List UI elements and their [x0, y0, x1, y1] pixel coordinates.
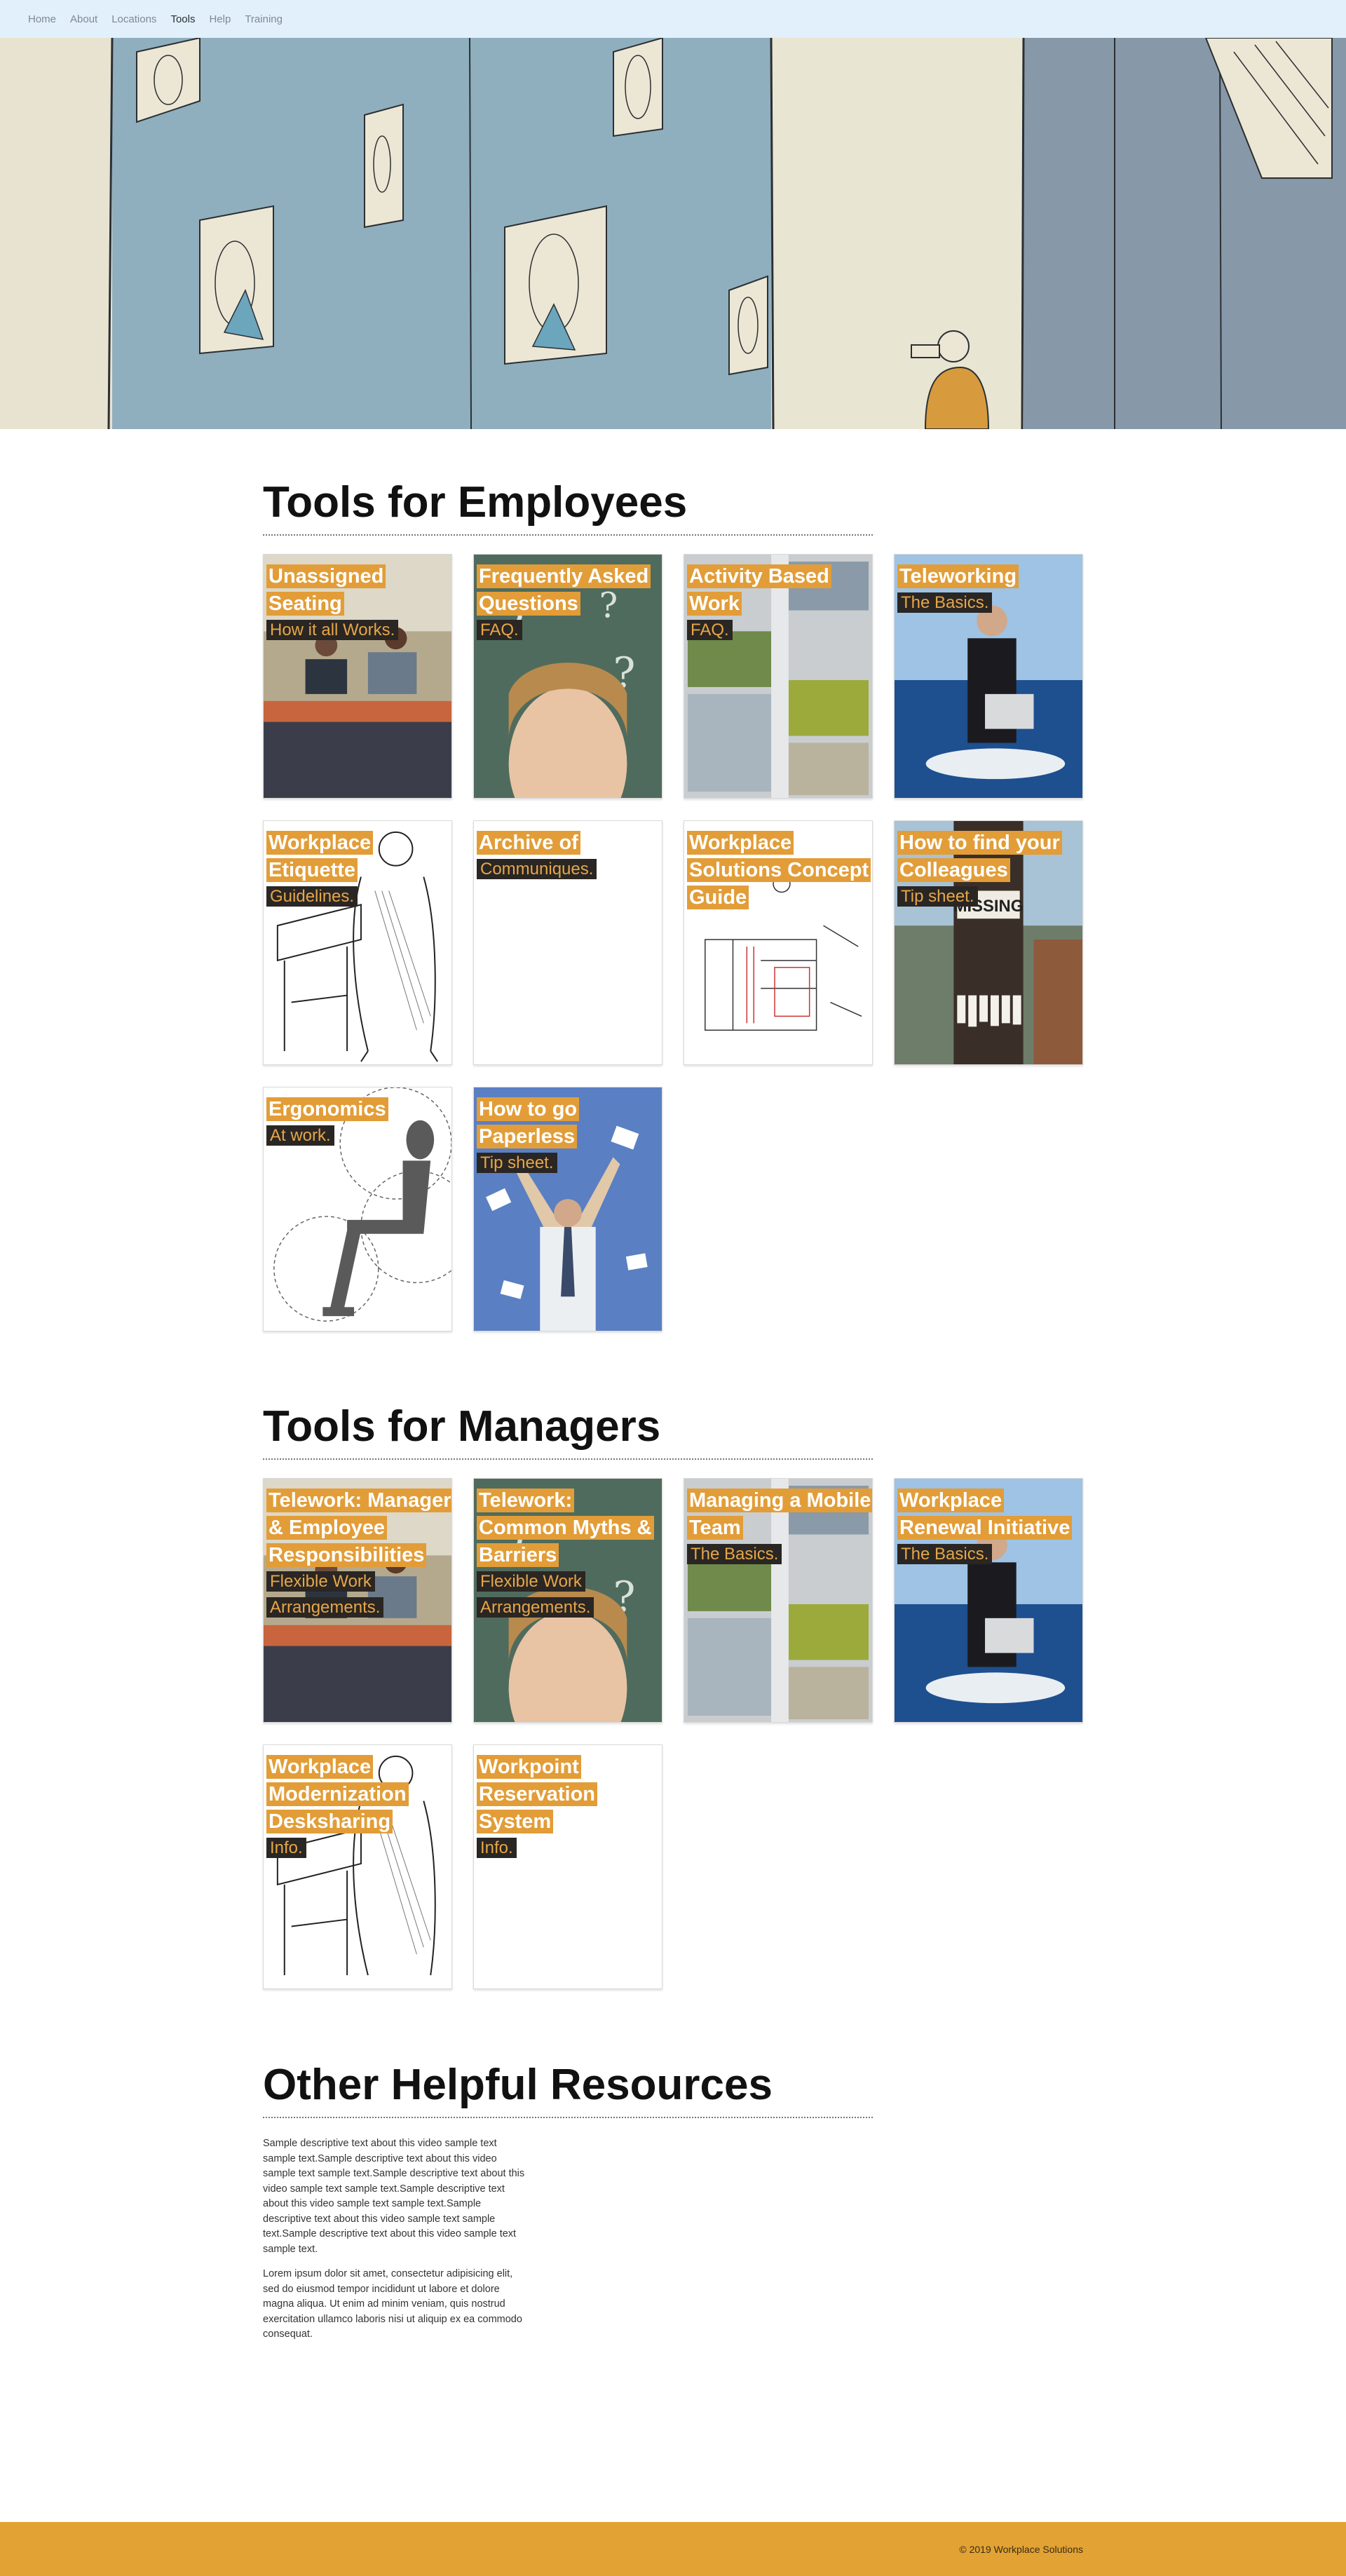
card-subtitle: Tip sheet. — [477, 1153, 557, 1173]
tool-card-unassigned-seating[interactable]: Unassigned Seating How it all Works. — [263, 554, 452, 799]
tool-card-telework-myths[interactable]: ? ? Telework: Common Myths & Barriers Fl… — [473, 1478, 662, 1723]
card-title: Managing a Mobile Team — [687, 1489, 872, 1540]
tool-card-mobile-team[interactable]: Managing a Mobile Team The Basics. — [684, 1478, 873, 1723]
tool-card-paperless[interactable]: How to go Paperless Tip sheet. — [473, 1087, 662, 1331]
card-subtitle: Communiques. — [477, 859, 597, 879]
card-title: Workplace Modernization Desksharing — [266, 1755, 409, 1833]
employees-section-title: Tools for Employees — [263, 481, 873, 536]
resources-paragraph: Lorem ipsum dolor sit amet, consectetur … — [263, 2268, 522, 2340]
nav-help-link[interactable]: Help — [202, 13, 238, 25]
tool-card-archive-of-communiques[interactable]: Archive of Communiques. — [473, 820, 662, 1065]
nav-menu: Home About Locations Tools Help Training — [28, 0, 290, 38]
card-title: Archive of — [477, 831, 580, 855]
tool-card-activity-based-work[interactable]: Activity Based Work FAQ. — [684, 554, 873, 799]
card-subtitle: Guidelines. — [266, 886, 358, 907]
tool-card-ergonomics[interactable]: Ergonomics At work. — [263, 1087, 452, 1331]
card-title: Workplace Solutions Concept Guide — [687, 831, 871, 909]
nav-training-link[interactable]: Training — [238, 13, 290, 25]
card-title: Frequently Asked Questions — [477, 564, 651, 616]
tool-card-telework-responsibilities[interactable]: Telework: Manager & Employee Responsibil… — [263, 1478, 452, 1723]
tool-card-renewal-initiative[interactable]: Workplace Renewal Initiative The Basics. — [894, 1478, 1083, 1723]
card-title: Teleworking — [897, 564, 1019, 588]
tool-card-faq[interactable]: ? ? ? Frequently Asked Questions FAQ. — [473, 554, 662, 799]
nav-home-link[interactable]: Home — [28, 13, 63, 25]
card-subtitle: The Basics. — [687, 1544, 782, 1564]
tool-card-modernization-desksharing[interactable]: Workplace Modernization Desksharing Info… — [263, 1744, 452, 1989]
card-title: Workpoint Reservation System — [477, 1755, 598, 1833]
card-title: Workplace Etiquette — [266, 831, 374, 882]
footer: © 2019 Workplace Solutions — [0, 2522, 1346, 2576]
card-title: Activity Based Work — [687, 564, 831, 616]
copyright-text: © 2019 Workplace Solutions — [959, 2544, 1083, 2555]
card-subtitle: The Basics. — [897, 592, 993, 613]
card-title: Telework: Manager & Employee Responsibil… — [266, 1489, 451, 1567]
card-subtitle: The Basics. — [897, 1544, 993, 1564]
card-subtitle: How it all Works. — [266, 620, 399, 640]
tool-card-workpoint-reservation[interactable]: Workpoint Reservation System Info. — [473, 1744, 662, 1989]
card-title: Workplace Renewal Initiative — [897, 1489, 1073, 1540]
card-title: Unassigned Seating — [266, 564, 386, 616]
tool-card-workplace-etiquette[interactable]: Workplace Etiquette Guidelines. — [263, 820, 452, 1065]
resources-text: Sample descriptive text about this video… — [263, 2136, 526, 2352]
tool-card-find-colleagues[interactable]: MISSING How to find your Colleagues Tip … — [894, 820, 1083, 1065]
nav-tools-link[interactable]: Tools — [163, 13, 202, 25]
managers-section-title: Tools for Managers — [263, 1405, 873, 1460]
card-subtitle: Tip sheet. — [897, 886, 978, 907]
card-title: Telework: Common Myths & Barriers — [477, 1489, 654, 1567]
top-navbar: Home About Locations Tools Help Training — [0, 0, 1346, 38]
card-subtitle: At work. — [266, 1125, 334, 1146]
card-subtitle: FAQ. — [477, 620, 522, 640]
resources-section-title: Other Helpful Resources — [263, 2063, 873, 2118]
resources-paragraph: Sample descriptive text about this video… — [263, 2138, 525, 2255]
card-subtitle: FAQ. — [687, 620, 733, 640]
card-subtitle: Info. — [266, 1838, 306, 1858]
tool-card-teleworking[interactable]: Teleworking The Basics. — [894, 554, 1083, 799]
card-title: How to go Paperless — [477, 1097, 580, 1148]
card-title: Ergonomics — [266, 1097, 388, 1121]
nav-about-link[interactable]: About — [63, 13, 104, 25]
tool-card-concept-guide[interactable]: Workplace Solutions Concept Guide — [684, 820, 873, 1065]
card-subtitle: Flexible Work Arrangements. — [477, 1571, 594, 1618]
hero-illustration — [0, 38, 1346, 429]
card-subtitle: Flexible Work Arrangements. — [266, 1571, 384, 1618]
card-title: How to find your Colleagues — [897, 831, 1062, 882]
nav-locations-link[interactable]: Locations — [104, 13, 163, 25]
hero-banner-illustration — [0, 38, 1346, 429]
card-subtitle: Info. — [477, 1838, 517, 1858]
